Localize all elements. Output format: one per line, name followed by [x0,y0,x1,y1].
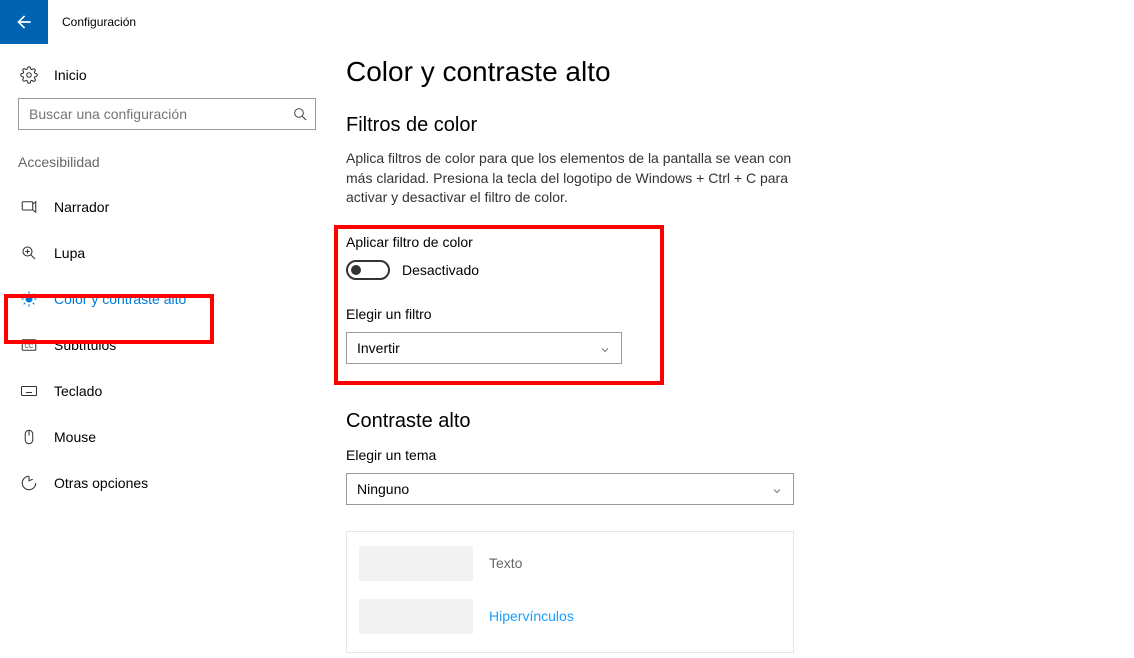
sidebar-item-label: Otras opciones [54,475,148,491]
dropdown-value: Ninguno [357,481,409,497]
apply-filter-label: Aplicar filtro de color [346,234,1094,250]
sidebar-group-header: Accesibilidad [18,154,340,170]
chevron-down-icon [599,343,611,359]
sidebar-item-label: Subtítulos [54,337,116,353]
apply-filter-toggle[interactable] [346,260,390,280]
sidebar-item-magnifier[interactable]: Lupa [18,230,340,276]
toggle-state-label: Desactivado [402,262,479,278]
page-title: Color y contraste alto [346,56,1094,88]
choose-filter-label: Elegir un filtro [346,306,1094,322]
brightness-icon [20,290,38,308]
home-label: Inicio [54,67,87,83]
other-options-icon [20,474,38,492]
sidebar: Inicio Accesibilidad Narrador Lupa [0,44,340,653]
sidebar-item-label: Mouse [54,429,96,445]
arrow-left-icon [14,12,34,32]
search-icon [292,106,308,122]
choose-filter-dropdown[interactable]: Invertir [346,332,622,364]
chevron-down-icon [771,484,783,500]
back-button[interactable] [0,0,48,44]
preview-swatch-hyperlinks[interactable] [359,599,473,634]
preview-text-label: Texto [489,555,522,571]
preview-hyperlinks-label: Hipervínculos [489,608,574,624]
sidebar-item-mouse[interactable]: Mouse [18,414,340,460]
sidebar-item-label: Lupa [54,245,85,261]
gear-icon [20,66,38,84]
sidebar-item-keyboard[interactable]: Teclado [18,368,340,414]
sidebar-item-color-contrast[interactable]: Color y contraste alto [18,276,340,322]
narrator-icon [20,198,38,216]
svg-text:CC: CC [25,344,34,350]
sidebar-item-label: Color y contraste alto [54,291,186,307]
captions-icon: CC [20,336,38,354]
sidebar-item-label: Narrador [54,199,109,215]
search-input[interactable] [18,98,316,130]
app-title: Configuración [48,15,136,29]
theme-preview: Texto Hipervínculos [346,531,794,653]
magnifier-icon [20,244,38,262]
section-high-contrast-heading: Contraste alto [346,410,1094,433]
home-nav[interactable]: Inicio [18,62,340,98]
mouse-icon [20,428,38,446]
choose-theme-dropdown[interactable]: Ninguno [346,473,794,505]
choose-theme-label: Elegir un tema [346,447,1094,463]
sidebar-item-label: Teclado [54,383,102,399]
dropdown-value: Invertir [357,340,400,356]
preview-swatch-text[interactable] [359,546,473,581]
sidebar-item-narrator[interactable]: Narrador [18,184,340,230]
sidebar-item-other[interactable]: Otras opciones [18,460,340,506]
keyboard-icon [20,382,38,400]
color-filters-description: Aplica filtros de color para que los ele… [346,149,806,208]
sidebar-item-captions[interactable]: CC Subtítulos [18,322,340,368]
main-content: Color y contraste alto Filtros de color … [340,44,1134,653]
section-color-filters-heading: Filtros de color [346,114,1094,137]
